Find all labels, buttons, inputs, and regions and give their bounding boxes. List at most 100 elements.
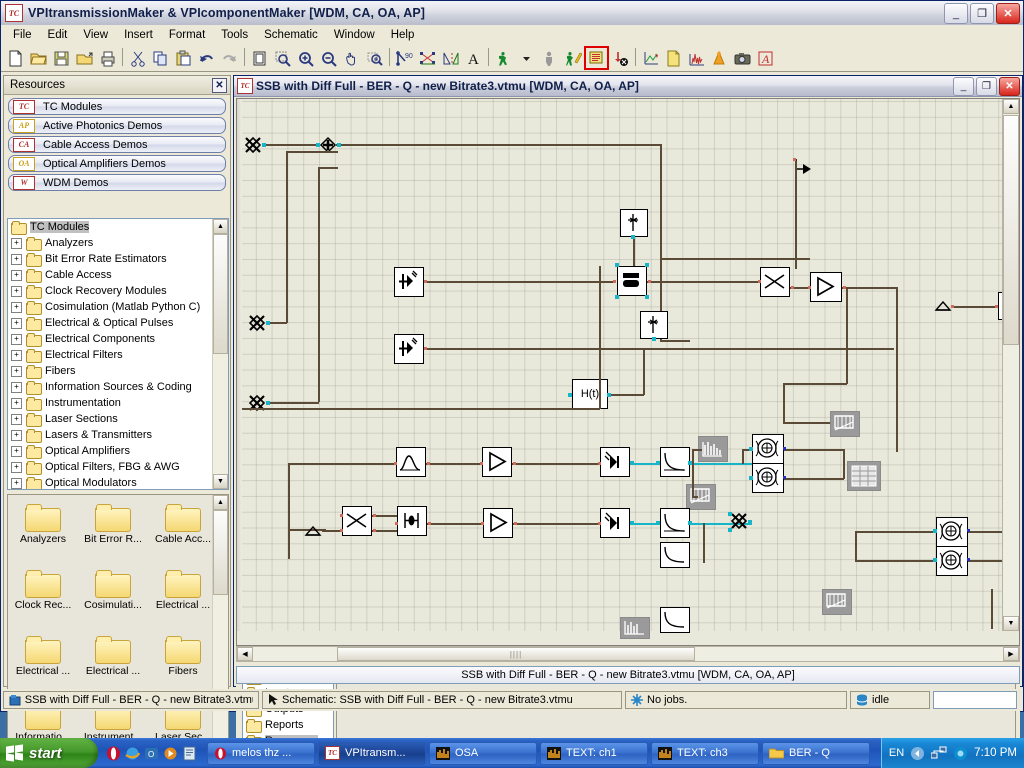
schematic-restore-button[interactable]: ❐ [976, 77, 997, 96]
tree-item-optical-modulators[interactable]: + Optical Modulators [8, 475, 228, 489]
plot-axes-icon[interactable] [639, 47, 662, 69]
tree-item-optical-amplifiers[interactable]: + Optical Amplifiers [8, 443, 228, 459]
tray-language[interactable]: EN [889, 747, 904, 759]
component-coupler[interactable] [342, 506, 372, 536]
output-list-icon[interactable] [584, 46, 609, 70]
component-connector-xx[interactable] [248, 314, 266, 332]
tree-item-analyzers[interactable]: + Analyzers [8, 235, 228, 251]
component-signal-source[interactable] [620, 209, 648, 237]
menu-insert[interactable]: Insert [116, 27, 161, 43]
list-item[interactable]: Electrical ... [152, 567, 214, 629]
tree-item-electrical-filters[interactable]: + Electrical Filters [8, 347, 228, 363]
mirror-icon[interactable] [439, 47, 462, 69]
component-amplifier[interactable] [810, 272, 842, 302]
save-as-icon[interactable] [73, 47, 96, 69]
component-modulator[interactable] [617, 266, 647, 296]
zoom-out-icon[interactable] [317, 47, 340, 69]
expand-icon[interactable]: + [11, 317, 22, 329]
resource-button-optical-amplifiers[interactable]: OA Optical Amplifiers Demos [8, 155, 226, 172]
status-server[interactable]: idle [850, 691, 930, 709]
open-folder-icon[interactable] [27, 47, 50, 69]
component-signal-source[interactable] [640, 311, 668, 339]
resource-button-tc-modules[interactable]: TC TC Modules [8, 98, 226, 115]
tree-item-lasers-transmitters[interactable]: + Lasers & Transmitters [8, 427, 228, 443]
tree-item-cosimulation[interactable]: + Cosimulation (Matlab Python C) [8, 299, 228, 315]
expand-icon[interactable]: + [11, 285, 22, 297]
component-ground-symbol[interactable] [934, 299, 952, 313]
menu-tools[interactable]: Tools [213, 27, 256, 43]
tree-item-electrical-components[interactable]: + Electrical Components [8, 331, 228, 347]
component-lowpass-filter[interactable] [660, 508, 690, 538]
flip-horizontal-icon[interactable] [416, 47, 439, 69]
component-laser-source[interactable] [394, 267, 424, 297]
status-document[interactable]: SSB with Diff Full - BER - Q - new Bitra… [3, 691, 259, 709]
schematic-minimize-button[interactable]: _ [953, 77, 974, 96]
expand-icon[interactable]: + [11, 301, 22, 313]
expand-icon[interactable]: + [11, 253, 22, 265]
component-photodiode[interactable] [600, 508, 630, 538]
scroll-down-icon[interactable]: ▼ [1003, 616, 1019, 631]
run-simulation-icon[interactable] [492, 47, 515, 69]
start-button[interactable]: start [0, 738, 98, 768]
component-lowpass-filter[interactable] [660, 447, 690, 477]
component-ber-estimator[interactable] [936, 546, 968, 576]
task-button-text-ch3[interactable]: TEXT: ch3 [651, 741, 759, 765]
rotate-90-icon[interactable]: 90 [393, 47, 416, 69]
menu-window[interactable]: Window [326, 27, 383, 43]
resource-button-cable-access[interactable]: CA Cable Access Demos [8, 136, 226, 153]
list-item[interactable]: Electrical ... [12, 633, 74, 695]
task-button-melos[interactable]: melos thz ... [207, 741, 315, 765]
component-ber-estimator[interactable] [752, 434, 784, 464]
component-scope-viewer[interactable] [830, 411, 860, 437]
component-scope-viewer[interactable] [822, 589, 852, 615]
minimize-button[interactable]: _ [944, 3, 968, 24]
text-tool-icon[interactable]: A [462, 47, 485, 69]
tree-item-instrumentation[interactable]: + Instrumentation [8, 395, 228, 411]
expand-icon[interactable]: + [11, 477, 22, 489]
scroll-down-icon[interactable]: ▼ [213, 474, 228, 489]
subtree-item-reports[interactable]: Reports [243, 717, 333, 733]
tree-item-cable-access[interactable]: + Cable Access [8, 267, 228, 283]
run-dropdown-icon[interactable] [515, 47, 538, 69]
canvas-horizontal-scrollbar[interactable]: ◀ |||| ▶ [236, 646, 1020, 662]
save-disk-icon[interactable] [50, 47, 73, 69]
expand-icon[interactable]: + [11, 381, 22, 393]
status-jobs[interactable]: No jobs. [625, 691, 847, 709]
component-coupler[interactable] [760, 267, 790, 297]
close-button[interactable]: ✕ [996, 3, 1020, 24]
spectrum-plot-icon[interactable] [685, 47, 708, 69]
list-item[interactable]: Fibers [152, 633, 214, 695]
component-table-viewer[interactable] [847, 461, 881, 491]
scrollbar-thumb[interactable] [213, 234, 228, 354]
expand-icon[interactable]: + [11, 429, 22, 441]
list-item[interactable]: Cable Acc... [152, 501, 214, 563]
menu-format[interactable]: Format [161, 27, 213, 43]
scroll-up-icon[interactable]: ▲ [213, 219, 228, 234]
component-scope-viewer[interactable] [686, 484, 716, 510]
component-ground-symbol[interactable] [304, 524, 322, 538]
network-icon[interactable] [931, 746, 947, 760]
component-amplifier[interactable] [483, 508, 513, 538]
camera-icon[interactable] [731, 47, 754, 69]
expand-icon[interactable]: + [11, 413, 22, 425]
abort-simulation-icon[interactable] [609, 47, 632, 69]
edit-script-icon[interactable] [561, 47, 584, 69]
signal-analyzer-icon[interactable] [708, 47, 731, 69]
component-amplifier[interactable] [482, 447, 512, 477]
list-item[interactable]: Analyzers [12, 501, 74, 563]
expand-icon[interactable]: + [11, 269, 22, 281]
scroll-right-icon[interactable]: ▶ [1003, 647, 1019, 661]
tree-item-optical-filters-fbg-awg[interactable]: + Optical Filters, FBG & AWG [8, 459, 228, 475]
tree-item-clock-recovery-modules[interactable]: + Clock Recovery Modules [8, 283, 228, 299]
copy-icon[interactable] [149, 47, 172, 69]
component-laser-source[interactable] [394, 334, 424, 364]
component-delay-element[interactable] [397, 506, 427, 536]
list-item[interactable]: Clock Rec... [12, 567, 74, 629]
tree-root-tc-modules[interactable]: TC Modules [8, 219, 228, 235]
expand-icon[interactable]: + [11, 365, 22, 377]
scroll-up-icon[interactable]: ▲ [213, 495, 228, 510]
scroll-left-icon[interactable]: ◀ [237, 647, 253, 661]
component-filter-ht[interactable]: H(t) [572, 379, 608, 409]
close-icon[interactable]: ✕ [212, 78, 227, 93]
stop-person-icon[interactable] [538, 47, 561, 69]
